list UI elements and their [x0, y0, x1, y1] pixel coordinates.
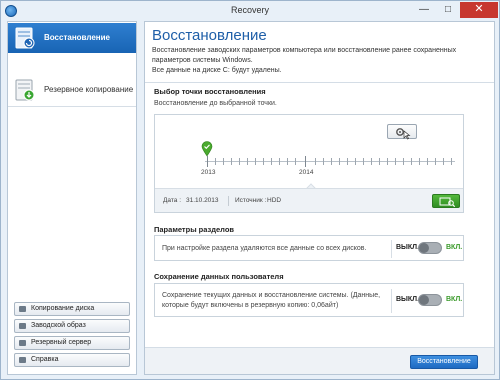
settings-cursor-icon	[396, 128, 411, 140]
partitions-text: При настройке раздела удаляются все данн…	[162, 245, 367, 252]
minimize-button[interactable]: —	[412, 2, 436, 18]
timeline-tick	[355, 158, 356, 165]
help-button[interactable]: Справка	[14, 353, 130, 367]
toggle-knob	[419, 295, 429, 305]
title-bar: Recovery — □ ✕	[1, 1, 499, 21]
timeline-tick	[411, 158, 412, 165]
timeline-tick	[231, 158, 232, 165]
timeline-tick	[215, 158, 216, 165]
sidebar: Восстановление Резервное копирование Коп…	[7, 21, 137, 375]
sidebar-item-restore[interactable]: Восстановление	[8, 23, 136, 53]
backup-icon	[15, 79, 35, 101]
timeline-tick	[305, 156, 306, 167]
timeline-tick	[435, 158, 436, 165]
timeline-tick	[295, 158, 296, 165]
server-icon	[19, 340, 26, 346]
sidebar-item-label: Восстановление	[44, 33, 110, 42]
option-divider	[391, 289, 392, 313]
timeline-tick	[279, 158, 280, 165]
restore-point-details: Дата : 31.10.2013 Источник : HDD	[155, 188, 463, 212]
partitions-toggle[interactable]	[418, 242, 442, 254]
action-bar: Восстановление	[145, 347, 494, 374]
browse-restore-point-button[interactable]	[432, 194, 460, 208]
disk-copy-label: Копирование диска	[31, 305, 95, 312]
timeline-tick	[403, 158, 404, 165]
user-data-off-label: ВЫКЛ.	[396, 296, 420, 303]
timeline-tick	[339, 158, 340, 165]
timeline-tick	[263, 158, 264, 165]
disk-copy-button[interactable]: Копирование диска	[14, 302, 130, 316]
backup-server-label: Резервный сервер	[31, 339, 92, 346]
restore-icon	[15, 27, 35, 49]
timeline-tick	[419, 158, 420, 165]
timeline-tick	[347, 158, 348, 165]
restore-button[interactable]: Восстановление	[410, 355, 478, 369]
help-icon	[19, 357, 26, 363]
disk-icon	[19, 306, 26, 312]
search-screen-icon	[439, 197, 456, 208]
timeline-tick	[255, 158, 256, 165]
restore-point-action-button[interactable]	[387, 124, 417, 140]
partitions-option: При настройке раздела удаляются все данн…	[154, 235, 464, 261]
timeline-tick	[239, 158, 240, 165]
timeline-tick	[371, 158, 372, 165]
timeline-tick	[315, 158, 316, 165]
timeline-axis	[205, 161, 455, 162]
timeline-tick	[395, 158, 396, 165]
factory-image-button[interactable]: Заводской образ	[14, 319, 130, 333]
timeline-year-label: 2013	[201, 169, 216, 176]
sidebar-item-label: Резервное копирование	[44, 85, 134, 94]
timeline-tick	[379, 158, 380, 165]
timeline-tick	[247, 158, 248, 165]
sidebar-divider	[8, 106, 136, 107]
close-button[interactable]: ✕	[460, 2, 498, 18]
timeline-year-label: 2014	[299, 169, 314, 176]
partitions-on-label: ВКЛ.	[446, 244, 463, 251]
restore-timeline[interactable]	[205, 156, 455, 167]
help-label: Справка	[31, 356, 59, 363]
user-data-text: Сохранение текущих данных и восстановлен…	[162, 292, 381, 309]
timeline-tick	[207, 156, 208, 167]
timeline-tick	[443, 158, 444, 165]
date-label: Дата :	[163, 197, 182, 204]
timeline-tick	[387, 158, 388, 165]
restore-point-marker-icon[interactable]	[201, 141, 213, 157]
restore-point-title: Выбор точки восстановления	[154, 87, 266, 96]
page-warning: Все данные на диске C: будут удалены.	[152, 67, 282, 74]
user-data-title: Сохранение данных пользователя	[154, 272, 284, 281]
date-value: 31.10.2013	[186, 197, 219, 204]
main-panel: Восстановление Восстановление заводских …	[144, 21, 495, 375]
page-title: Восстановление	[152, 27, 267, 44]
timeline-tick	[427, 158, 428, 165]
header-divider	[145, 82, 494, 83]
toggle-knob	[419, 243, 429, 253]
page-header: Восстановление Восстановление заводских …	[145, 22, 494, 79]
page-description: Восстановление заводских параметров комп…	[152, 47, 457, 64]
timeline-tick	[271, 158, 272, 165]
source-label: Источник :	[235, 197, 267, 204]
option-divider	[391, 240, 392, 258]
user-data-on-label: ВКЛ.	[446, 296, 463, 303]
source-value: HDD	[267, 197, 282, 204]
timeline-tick	[287, 158, 288, 165]
user-data-option: Сохранение текущих данных и восстановлен…	[154, 283, 464, 317]
maximize-button[interactable]: □	[436, 2, 460, 18]
restore-point-subtitle: Восстановление до выбранной точки.	[154, 100, 277, 107]
timeline-tick	[331, 158, 332, 165]
factory-image-label: Заводской образ	[31, 322, 86, 329]
partitions-title: Параметры разделов	[154, 225, 235, 234]
partitions-off-label: ВЫКЛ.	[396, 244, 420, 251]
timeline-tick	[451, 158, 452, 165]
backup-server-button[interactable]: Резервный сервер	[14, 336, 130, 350]
footer-divider	[228, 196, 229, 206]
recovery-window: Recovery — □ ✕ Восстановление Резервное …	[0, 0, 500, 380]
image-icon	[19, 323, 26, 329]
timeline-tick	[363, 158, 364, 165]
restore-point-panel: 2013 2014 Дата : 31.10.2013 Источник : H…	[154, 114, 464, 213]
timeline-tick	[323, 158, 324, 165]
timeline-tick	[223, 158, 224, 165]
user-data-toggle[interactable]	[418, 294, 442, 306]
sidebar-item-backup[interactable]: Резервное копирование	[8, 75, 136, 105]
